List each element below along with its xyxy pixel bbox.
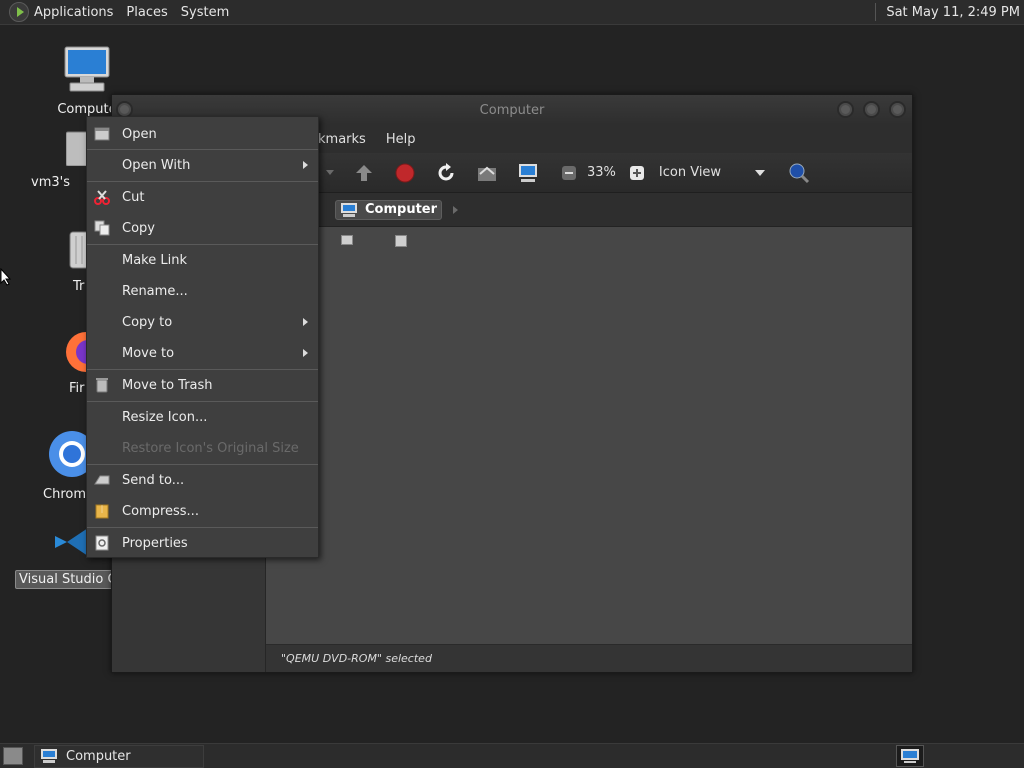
panel-separator — [875, 3, 877, 21]
workspace-switcher-icon[interactable] — [896, 745, 924, 767]
open-icon — [94, 126, 110, 142]
menu-item-compress[interactable]: Compress... — [87, 496, 318, 526]
dvd-drive-icon[interactable] — [395, 235, 407, 247]
copy-icon — [94, 220, 110, 236]
zoom-out-button[interactable] — [557, 161, 581, 185]
scissors-icon — [94, 189, 110, 205]
reload-button[interactable] — [434, 161, 458, 185]
minimize-button[interactable] — [837, 101, 854, 118]
zoom-in-icon — [629, 165, 644, 180]
context-menu: Open Open With Cut Copy Make Link Rename… — [86, 116, 319, 558]
mouse-cursor-icon — [0, 268, 12, 286]
desktop-icon-label: vm3's — [31, 175, 70, 190]
menu-system[interactable]: System — [181, 5, 229, 20]
desktop-icon-home[interactable]: vm3's — [22, 128, 95, 191]
up-button[interactable] — [352, 161, 376, 185]
menu-item-send-to[interactable]: Send to... — [87, 465, 318, 495]
computer-icon — [519, 163, 537, 182]
computer-icon — [42, 45, 132, 97]
submenu-arrow-icon — [303, 318, 308, 326]
computer-icon — [341, 202, 357, 217]
send-icon — [94, 472, 110, 488]
zoom-in-button[interactable] — [625, 161, 649, 185]
view-mode-select[interactable]: Icon View — [659, 165, 755, 180]
top-panel: Applications Places System Sat May 11, 2… — [0, 0, 1024, 25]
taskbar-item-computer[interactable]: Computer — [34, 744, 204, 768]
clock[interactable]: Sat May 11, 2:49 PM — [886, 5, 1020, 20]
properties-icon — [94, 535, 110, 551]
desktop-icon-label: Tr — [73, 279, 85, 294]
menu-applications[interactable]: Applications — [34, 5, 113, 20]
menu-item-open-with[interactable]: Open With — [87, 150, 318, 180]
status-bar: "QEMU DVD-ROM" selected — [266, 644, 912, 672]
drive-icon[interactable] — [341, 235, 353, 245]
stop-button[interactable] — [393, 161, 417, 185]
breadcrumb-computer[interactable]: Computer — [335, 199, 443, 220]
menu-item-move-to-trash[interactable]: Move to Trash — [87, 370, 318, 400]
stop-icon — [395, 163, 415, 182]
menu-item-copy[interactable]: Copy — [87, 213, 318, 243]
trash-icon — [94, 377, 110, 393]
show-desktop-icon[interactable] — [3, 747, 23, 765]
menu-item-cut[interactable]: Cut — [87, 182, 318, 212]
menu-help[interactable]: Help — [386, 132, 416, 147]
compress-icon — [94, 503, 110, 519]
home-button[interactable] — [475, 161, 499, 185]
maximize-button[interactable] — [863, 101, 880, 118]
menu-item-move-to[interactable]: Move to — [87, 338, 318, 368]
menu-places[interactable]: Places — [126, 5, 167, 20]
desktop-icon-label: Fir — [69, 381, 85, 396]
search-button[interactable] — [787, 161, 811, 185]
menu-item-rename[interactable]: Rename... — [87, 276, 318, 306]
zoom-out-icon — [562, 165, 576, 180]
home-icon — [478, 166, 496, 181]
menu-item-resize-icon[interactable]: Resize Icon... — [87, 402, 318, 432]
submenu-arrow-icon — [303, 349, 308, 357]
reload-icon — [438, 162, 454, 180]
menu-bookmarks[interactable]: kmarks — [318, 132, 366, 147]
breadcrumb-next-icon[interactable] — [453, 205, 459, 214]
history-dropdown-icon[interactable] — [326, 170, 334, 175]
distro-logo-icon[interactable] — [9, 2, 29, 22]
menu-item-make-link[interactable]: Make Link — [87, 245, 318, 275]
computer-icon — [41, 749, 57, 763]
bottom-panel: Computer — [0, 743, 1024, 768]
close-button[interactable] — [889, 101, 906, 118]
desktop-icon-label: Chromi — [43, 487, 90, 502]
zoom-level: 33% — [587, 165, 616, 180]
menu-item-open[interactable]: Open — [87, 119, 318, 149]
menu-item-properties[interactable]: Properties — [87, 528, 318, 558]
computer-button[interactable] — [516, 161, 540, 185]
menu-item-copy-to[interactable]: Copy to — [87, 307, 318, 337]
up-arrow-icon — [356, 164, 372, 181]
icon-view[interactable] — [266, 227, 912, 644]
menu-item-restore-icon-size: Restore Icon's Original Size — [122, 440, 299, 456]
submenu-arrow-icon — [303, 161, 308, 169]
search-icon — [789, 163, 809, 183]
chevron-down-icon[interactable] — [754, 169, 765, 176]
